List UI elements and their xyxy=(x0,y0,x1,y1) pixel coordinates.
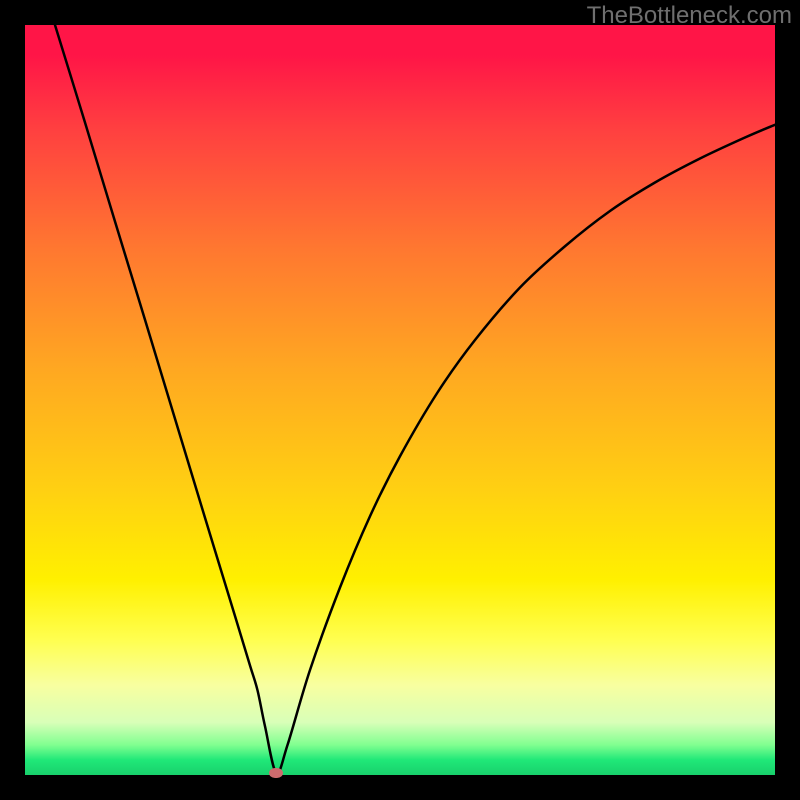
bottleneck-curve xyxy=(25,25,775,775)
chart-frame: TheBottleneck.com xyxy=(0,0,800,800)
plot-area xyxy=(25,25,775,775)
minimum-marker xyxy=(269,768,283,778)
watermark-text: TheBottleneck.com xyxy=(587,2,792,30)
